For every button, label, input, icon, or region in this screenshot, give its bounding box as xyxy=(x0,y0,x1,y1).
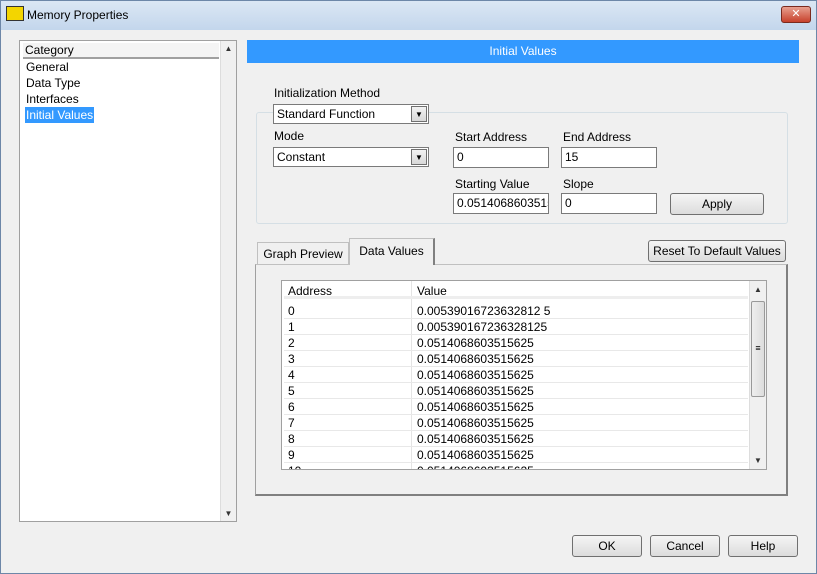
scroll-up-icon[interactable]: ▲ xyxy=(750,285,766,294)
column-header-address[interactable]: Address xyxy=(288,283,332,299)
help-button[interactable]: Help xyxy=(728,535,798,557)
mode-value: Constant xyxy=(277,150,326,164)
address-cell: 2 xyxy=(288,336,295,350)
table-header: Address Value xyxy=(284,283,748,299)
labview-app-icon xyxy=(6,6,24,21)
chevron-down-icon[interactable]: ▼ xyxy=(411,149,427,165)
value-cell[interactable]: 0.005390167236328125 xyxy=(417,319,547,335)
table-scrollbar[interactable]: ▲ ≡ ▼ xyxy=(749,281,766,469)
data-values-table[interactable]: Address Value 0 0.00539016723632812 5 1 0.0… xyxy=(281,280,767,470)
category-item-general[interactable]: General xyxy=(25,59,70,75)
value-cell[interactable]: 0.0514068603515625 xyxy=(417,415,534,431)
reset-defaults-button[interactable]: Reset To Default Values xyxy=(648,240,786,262)
tab-data-values[interactable]: Data Values xyxy=(349,238,435,265)
scroll-thumb[interactable]: ≡ xyxy=(751,301,765,397)
table-row[interactable]: 6 0.0514068603515625 xyxy=(284,399,748,415)
value-cell[interactable]: 0.0514068603515625 xyxy=(417,351,534,367)
start-address-label: Start Address xyxy=(455,130,528,144)
close-icon: ✕ xyxy=(791,8,801,20)
address-cell: 4 xyxy=(288,368,295,382)
category-list[interactable]: Category General Data Type Interfaces In… xyxy=(19,40,237,522)
mode-label: Mode xyxy=(274,129,305,143)
value-cell[interactable]: 0.0514068603515625 xyxy=(417,463,534,469)
section-header: Initial Values xyxy=(247,40,799,63)
chevron-down-icon[interactable]: ▼ xyxy=(411,106,427,122)
init-method-label: Initialization Method xyxy=(274,86,381,100)
close-button[interactable]: ✕ xyxy=(781,6,811,23)
value-cell[interactable]: 0.0514068603515625 xyxy=(417,367,534,383)
table-row[interactable]: 4 0.0514068603515625 xyxy=(284,367,748,383)
window-title: Memory Properties xyxy=(27,8,129,22)
start-address-input[interactable]: 0 xyxy=(453,147,549,168)
address-cell: 0 xyxy=(288,304,295,318)
title-bar: Memory Properties ✕ xyxy=(0,0,817,30)
table-row[interactable]: 10 0.0514068603515625 xyxy=(284,463,748,469)
mode-dropdown[interactable]: Constant ▼ xyxy=(273,147,429,167)
scroll-down-icon[interactable]: ▼ xyxy=(750,456,766,465)
table-row[interactable]: 3 0.0514068603515625 xyxy=(284,351,748,367)
cancel-button[interactable]: Cancel xyxy=(650,535,720,557)
value-cell[interactable]: 0.0514068603515625 xyxy=(417,431,534,447)
starting-value-input[interactable]: 0.0514068603515625 xyxy=(453,193,549,214)
category-item-initial-values[interactable]: Initial Values xyxy=(25,107,95,123)
scroll-up-icon[interactable]: ▲ xyxy=(221,44,236,53)
end-address-label: End Address xyxy=(563,130,632,144)
category-item-interfaces[interactable]: Interfaces xyxy=(25,91,80,107)
slope-label: Slope xyxy=(563,177,594,191)
end-address-input[interactable]: 15 xyxy=(561,147,657,168)
address-cell: 9 xyxy=(288,448,295,462)
table-row[interactable]: 1 0.005390167236328125 xyxy=(284,319,748,335)
init-method-value: Standard Function xyxy=(277,107,376,121)
ok-button[interactable]: OK xyxy=(572,535,642,557)
value-cell[interactable]: 0.0514068603515625 xyxy=(417,383,534,399)
tab-graph-preview[interactable]: Graph Preview xyxy=(257,242,349,265)
address-cell: 5 xyxy=(288,384,295,398)
scroll-down-icon[interactable]: ▼ xyxy=(221,509,236,518)
table-row[interactable]: 5 0.0514068603515625 xyxy=(284,383,748,399)
category-item-data-type[interactable]: Data Type xyxy=(25,75,81,91)
value-cell[interactable]: 0.0514068603515625 xyxy=(417,335,534,351)
value-cell[interactable]: 0.0514068603515625 xyxy=(417,399,534,415)
table-row[interactable]: 0 0.00539016723632812 5 xyxy=(284,303,748,319)
slope-input[interactable]: 0 xyxy=(561,193,657,214)
apply-button[interactable]: Apply xyxy=(670,193,764,215)
starting-value-label: Starting Value xyxy=(455,177,530,191)
address-cell: 7 xyxy=(288,416,295,430)
address-cell: 3 xyxy=(288,352,295,366)
column-header-value[interactable]: Value xyxy=(417,283,447,299)
value-cell[interactable]: 0.0514068603515625 xyxy=(417,447,534,463)
address-cell: 10 xyxy=(288,463,301,469)
table-row[interactable]: 9 0.0514068603515625 xyxy=(284,447,748,463)
value-cell[interactable]: 0.00539016723632812 5 xyxy=(417,303,550,319)
table-row[interactable]: 2 0.0514068603515625 xyxy=(284,335,748,351)
address-cell: 6 xyxy=(288,400,295,414)
init-method-dropdown[interactable]: Standard Function ▼ xyxy=(273,104,429,124)
category-scrollbar[interactable]: ▲ ▼ xyxy=(220,41,236,521)
address-cell: 8 xyxy=(288,432,295,446)
category-header: Category xyxy=(23,43,219,59)
table-row[interactable]: 8 0.0514068603515625 xyxy=(284,431,748,447)
address-cell: 1 xyxy=(288,320,295,334)
table-row[interactable]: 7 0.0514068603515625 xyxy=(284,415,748,431)
